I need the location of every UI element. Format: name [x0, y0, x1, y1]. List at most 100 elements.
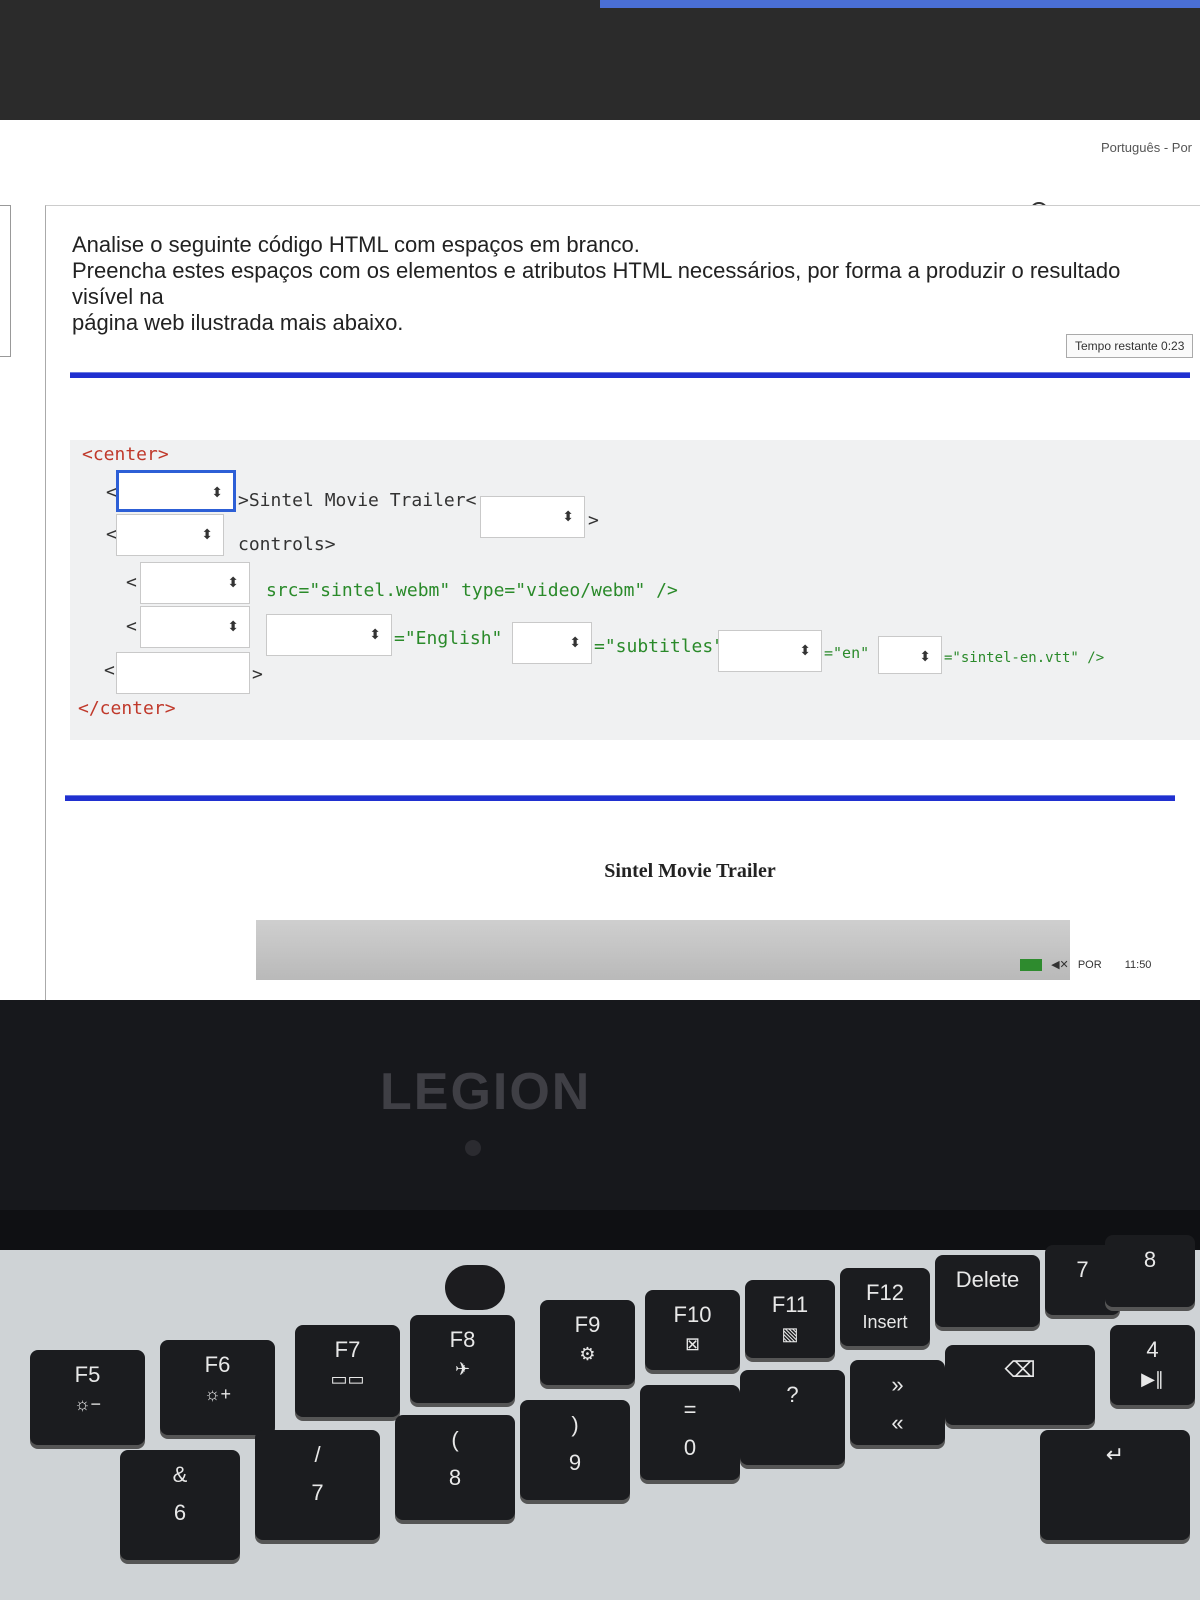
title-text: >Sintel Movie Trailer<: [238, 490, 477, 511]
lt-3: <: [126, 572, 137, 593]
system-tray: ◀✕ POR 11:50: [1020, 958, 1152, 972]
select-arrows-icon: ⬍: [227, 574, 239, 590]
tray-clock[interactable]: 11:50: [1125, 959, 1152, 971]
key-backspace[interactable]: ⌫: [945, 1345, 1095, 1425]
tray-language[interactable]: POR: [1078, 959, 1102, 971]
select-attribute-2[interactable]: ⬍: [512, 622, 592, 664]
key-f12[interactable]: F12 Insert: [840, 1268, 930, 1346]
key-9-label: 9: [568, 1450, 582, 1475]
key-guillemet[interactable]: » «: [850, 1360, 945, 1445]
top-bar: [0, 0, 1200, 120]
key-f7[interactable]: F7 ▭▭: [295, 1325, 400, 1417]
key-delete-label: Delete: [955, 1267, 1020, 1292]
key-f6[interactable]: F6 ☼+: [160, 1340, 275, 1435]
select-element-4[interactable]: ⬍: [140, 562, 250, 604]
webcam-icon: [465, 1140, 481, 1156]
key-f5-label: F5: [74, 1362, 101, 1387]
kind-value: ="subtitles": [594, 636, 725, 657]
laptop-bezel: [0, 1000, 1200, 1220]
key-f9-label: F9: [574, 1312, 601, 1337]
key-f11-label: F11: [771, 1292, 809, 1317]
select-arrows-icon: ⬍: [201, 526, 213, 542]
key-8[interactable]: (8: [395, 1415, 515, 1520]
equals-label: =: [683, 1397, 697, 1422]
key-f8[interactable]: F8 ✈: [410, 1315, 515, 1403]
key-f7-label: F7: [334, 1337, 361, 1362]
key-f10[interactable]: F10 ⊠: [645, 1290, 740, 1370]
select-attribute-3[interactable]: ⬍: [718, 630, 822, 672]
touchpad-off-icon: ▧: [781, 1324, 799, 1344]
select-element-3[interactable]: ⬍: [116, 514, 224, 556]
center-close-tag: </center>: [78, 698, 176, 719]
select-attribute-4[interactable]: ⬍: [878, 636, 942, 674]
gt-1: >: [588, 510, 599, 531]
display-switch-icon: ▭▭: [330, 1369, 365, 1389]
key-f5[interactable]: F5 ☼−: [30, 1350, 145, 1445]
select-element-2[interactable]: ⬍: [480, 496, 585, 538]
paren-open-label: (: [451, 1427, 459, 1452]
key-f9[interactable]: F9 ⚙: [540, 1300, 635, 1385]
select-element-6[interactable]: [116, 652, 250, 694]
top-accent: [600, 0, 1200, 8]
key-9[interactable]: ) 9: [520, 1400, 630, 1500]
controls-attr: controls>: [238, 534, 336, 555]
key-enter[interactable]: ↵: [1040, 1430, 1190, 1540]
key-numpad-8-label: 8: [1143, 1247, 1157, 1272]
question-line-3: página web ilustrada mais abaixo.: [72, 310, 404, 335]
preview-title: Sintel Movie Trailer: [604, 860, 776, 882]
key-6[interactable]: & 6: [120, 1450, 240, 1560]
select-arrows-icon: ⬍: [369, 626, 381, 642]
select-arrows-icon: ⬍: [227, 618, 239, 634]
backspace-icon: ⌫: [1004, 1357, 1036, 1382]
key-7[interactable]: /7: [255, 1430, 380, 1540]
question-mark-label: ?: [786, 1382, 799, 1407]
select-arrows-icon: ⬍: [799, 642, 811, 658]
label-value: ="English": [394, 628, 503, 649]
language-selector[interactable]: Português - Por: [1101, 140, 1192, 155]
play-pause-icon: ▶∥: [1141, 1369, 1164, 1389]
key-f11[interactable]: F11 ▧: [745, 1280, 835, 1358]
enter-icon: ↵: [1105, 1442, 1125, 1467]
airplane-icon: ✈: [454, 1359, 471, 1379]
settings-gear-icon: ⚙: [579, 1344, 596, 1364]
question-line-2: Preencha estes espaços com os elementos …: [72, 258, 1121, 309]
key-numpad-8[interactable]: 8: [1105, 1235, 1195, 1307]
gt-5: >: [252, 664, 263, 685]
key-f6-label: F6: [204, 1352, 231, 1377]
battery-icon: [1020, 959, 1042, 972]
power-button[interactable]: [445, 1265, 505, 1310]
key-0-label: 0: [683, 1435, 697, 1460]
key-6-label: 6: [173, 1500, 187, 1525]
volume-muted-icon[interactable]: ◀✕: [1051, 959, 1069, 971]
key-numpad-4[interactable]: 4 ▶∥: [1110, 1325, 1195, 1405]
select-arrows-icon: ⬍: [569, 634, 581, 650]
select-arrows-icon: ⬍: [211, 484, 223, 500]
key-8-label: 8: [448, 1465, 462, 1490]
question-line-1: Analise o seguinte código HTML com espaç…: [72, 232, 640, 257]
camera-off-icon: ⊠: [684, 1334, 701, 1354]
key-0[interactable]: = 0: [640, 1385, 740, 1480]
lt-5: <: [104, 660, 115, 681]
divider-top: [70, 372, 1190, 378]
paren-close-label: ): [571, 1412, 579, 1437]
key-delete[interactable]: Delete: [935, 1255, 1040, 1327]
key-f12-label: F12: [866, 1280, 904, 1305]
left-panel-edge: [0, 205, 11, 357]
lt-4: <: [126, 616, 137, 637]
question-text: Analise o seguinte código HTML com espaç…: [72, 232, 1172, 336]
timer-badge: Tempo restante 0:23: [1066, 334, 1194, 358]
source-attributes: src="sintel.webm" type="video/webm" />: [266, 580, 678, 601]
legion-logo: LEGION: [380, 1063, 592, 1121]
select-attribute-1[interactable]: ⬍: [266, 614, 392, 656]
key-7-label: 7: [311, 1480, 324, 1505]
laptop-hinge: [0, 1210, 1200, 1250]
video-player[interactable]: [256, 920, 1070, 980]
key-f10-label: F10: [673, 1302, 712, 1327]
select-element-1[interactable]: ⬍: [116, 470, 236, 512]
key-question[interactable]: ?: [740, 1370, 845, 1465]
select-element-5[interactable]: ⬍: [140, 606, 250, 648]
ampersand-label: &: [172, 1462, 188, 1487]
center-open-tag: <center>: [82, 444, 169, 465]
src-value: ="sintel-en.vtt" />: [944, 650, 1105, 666]
slash-label: /: [314, 1442, 321, 1467]
